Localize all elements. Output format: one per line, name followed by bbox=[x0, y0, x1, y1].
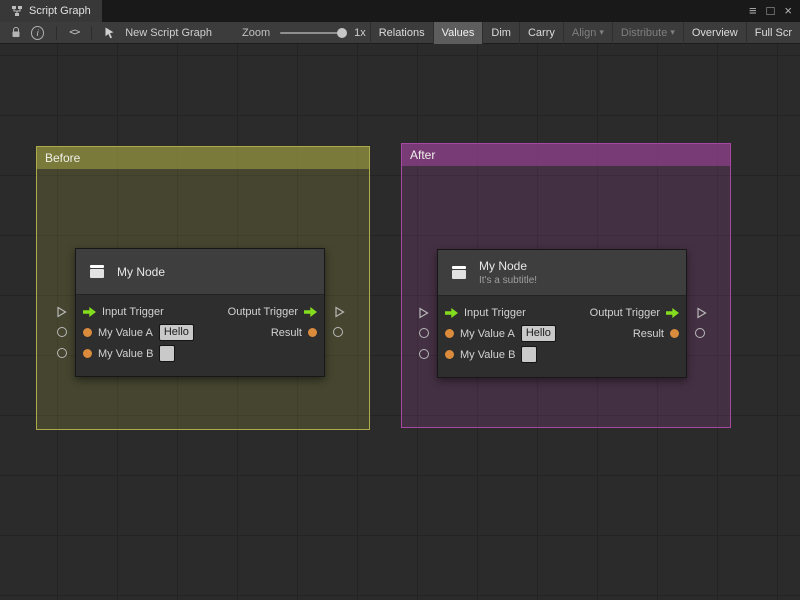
align-button: Align▾ bbox=[563, 22, 612, 44]
graph-output-trigger-marker[interactable] bbox=[695, 306, 707, 318]
graph-input-trigger-marker[interactable] bbox=[417, 306, 429, 318]
port-label: Input Trigger bbox=[464, 307, 526, 319]
value-b-field[interactable] bbox=[159, 345, 175, 362]
carry-button[interactable]: Carry bbox=[519, 22, 563, 44]
node-body: Input Trigger Output Trigger My Value A … bbox=[438, 296, 686, 377]
zoom-slider[interactable] bbox=[280, 32, 344, 34]
value-output-icon[interactable] bbox=[670, 329, 679, 338]
unit-box-icon bbox=[86, 261, 108, 283]
graph-toolbar: i <> New Script Graph Zoom 1x Relations … bbox=[0, 22, 800, 44]
unit-box-icon bbox=[448, 262, 470, 284]
trigger-input-icon[interactable] bbox=[445, 308, 458, 318]
window-menu-icon[interactable]: ≡ bbox=[749, 0, 757, 22]
tab-script-graph[interactable]: Script Graph bbox=[0, 0, 102, 22]
graph-name[interactable]: New Script Graph bbox=[125, 27, 212, 39]
fullscreen-button[interactable]: Full Scr bbox=[746, 22, 800, 44]
node-subtitle: It's a subtitle! bbox=[479, 275, 537, 286]
toolbar-buttons: Relations Values Dim Carry Align▾ Distri… bbox=[370, 22, 800, 44]
script-graph-icon bbox=[11, 5, 23, 17]
tab-bar: Script Graph ≡ □ × bbox=[0, 0, 800, 22]
lock-icon[interactable] bbox=[11, 27, 21, 38]
value-input-icon[interactable] bbox=[83, 349, 92, 358]
node-header[interactable]: My Node bbox=[76, 249, 324, 295]
graph-input-value-marker[interactable] bbox=[419, 328, 429, 338]
graph-input-value-marker[interactable] bbox=[57, 348, 67, 358]
port-label: Result bbox=[271, 327, 302, 339]
values-button[interactable]: Values bbox=[433, 22, 483, 44]
port-row: Input Trigger Output Trigger bbox=[76, 301, 324, 322]
button-label: Distribute bbox=[621, 27, 667, 39]
distribute-button: Distribute▾ bbox=[612, 22, 683, 44]
zoom-value: 1x bbox=[354, 27, 366, 39]
zoom-slider-knob[interactable] bbox=[337, 28, 347, 38]
trigger-output-icon[interactable] bbox=[666, 308, 679, 318]
value-b-field[interactable] bbox=[521, 346, 537, 363]
button-label: Full Scr bbox=[755, 27, 792, 39]
node-title: My Node bbox=[479, 259, 537, 273]
overview-button[interactable]: Overview bbox=[683, 22, 746, 44]
window-close-icon[interactable]: × bbox=[784, 0, 792, 22]
port-row: My Value B bbox=[438, 344, 686, 365]
graph-output-value-marker[interactable] bbox=[333, 327, 343, 337]
node-header[interactable]: My Node It's a subtitle! bbox=[438, 250, 686, 296]
window-controls: ≡ □ × bbox=[749, 0, 792, 22]
zoom-label: Zoom bbox=[242, 27, 270, 39]
button-label: Carry bbox=[528, 27, 555, 39]
toolbar-separator bbox=[91, 26, 92, 40]
value-a-field[interactable]: Hello bbox=[521, 325, 556, 342]
node-body: Input Trigger Output Trigger My Value A … bbox=[76, 295, 324, 376]
graph-output-value-marker[interactable] bbox=[695, 328, 705, 338]
graph-input-value-marker[interactable] bbox=[419, 349, 429, 359]
button-label: Values bbox=[442, 27, 475, 39]
port-label: Result bbox=[633, 328, 664, 340]
toolbar-separator bbox=[56, 26, 57, 40]
graph-output-trigger-marker[interactable] bbox=[333, 305, 345, 317]
node-title: My Node bbox=[117, 265, 165, 279]
value-input-icon[interactable] bbox=[83, 328, 92, 337]
info-icon[interactable]: i bbox=[31, 26, 44, 40]
port-row: My Value A Hello Result bbox=[438, 323, 686, 344]
chevron-down-icon: ▾ bbox=[599, 27, 604, 38]
port-row: Input Trigger Output Trigger bbox=[438, 302, 686, 323]
group-title: After bbox=[410, 148, 435, 162]
window-maximize-icon[interactable]: □ bbox=[767, 0, 775, 22]
relations-button[interactable]: Relations bbox=[370, 22, 433, 44]
graph-canvas[interactable]: Before After My Node bbox=[0, 44, 800, 600]
node-my-node-after[interactable]: My Node It's a subtitle! Input Trigger O… bbox=[437, 249, 687, 378]
value-input-icon[interactable] bbox=[445, 350, 454, 359]
port-label: Output Trigger bbox=[590, 307, 660, 319]
graph-asset-icon bbox=[104, 27, 116, 39]
port-row: My Value A Hello Result bbox=[76, 322, 324, 343]
script-graph-window: Script Graph ≡ □ × i <> New Script Graph… bbox=[0, 0, 800, 600]
port-label: Output Trigger bbox=[228, 306, 298, 318]
value-input-icon[interactable] bbox=[445, 329, 454, 338]
button-label: Overview bbox=[692, 27, 738, 39]
graph-input-value-marker[interactable] bbox=[57, 327, 67, 337]
dim-button[interactable]: Dim bbox=[482, 22, 519, 44]
trigger-output-icon[interactable] bbox=[304, 307, 317, 317]
button-label: Dim bbox=[491, 27, 511, 39]
port-label: My Value B bbox=[460, 349, 515, 361]
code-icon[interactable]: <> bbox=[69, 27, 79, 38]
value-output-icon[interactable] bbox=[308, 328, 317, 337]
chevron-down-icon: ▾ bbox=[670, 27, 675, 38]
port-row: My Value B bbox=[76, 343, 324, 364]
port-label: My Value B bbox=[98, 348, 153, 360]
group-header-after[interactable]: After bbox=[402, 144, 730, 166]
port-label: Input Trigger bbox=[102, 306, 164, 318]
group-title: Before bbox=[45, 151, 80, 165]
port-label: My Value A bbox=[98, 327, 153, 339]
value-a-field[interactable]: Hello bbox=[159, 324, 194, 341]
port-label: My Value A bbox=[460, 328, 515, 340]
trigger-input-icon[interactable] bbox=[83, 307, 96, 317]
button-label: Relations bbox=[379, 27, 425, 39]
graph-input-trigger-marker[interactable] bbox=[55, 305, 67, 317]
node-my-node-before[interactable]: My Node Input Trigger Output Trigger bbox=[75, 248, 325, 377]
button-label: Align bbox=[572, 27, 596, 39]
group-header-before[interactable]: Before bbox=[37, 147, 369, 169]
tab-title: Script Graph bbox=[29, 5, 91, 17]
